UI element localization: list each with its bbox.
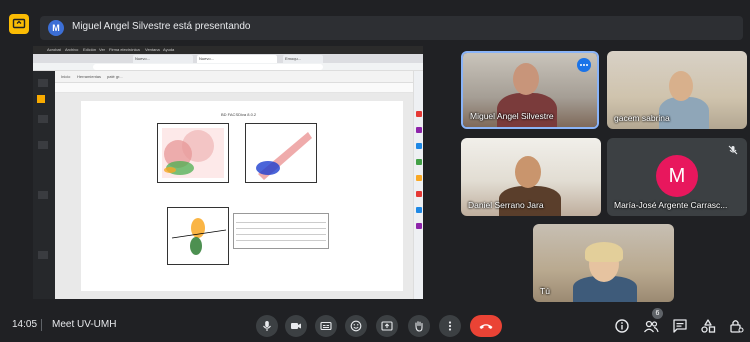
os-menu-item: Archivo — [65, 47, 79, 52]
participant-name: Miguel Angel Silvestre — [470, 111, 554, 121]
present-screen-icon — [12, 18, 26, 29]
tool-icon — [416, 223, 422, 229]
app-icon — [37, 95, 45, 103]
presenting-pill[interactable]: M Miguel Angel Silvestre está presentand… — [40, 16, 743, 40]
meeting-details-icon[interactable] — [614, 318, 630, 334]
shared-screen: Acrobat Archivo Edición Ver Firma electr… — [33, 46, 423, 299]
presenting-bar: M Miguel Angel Silvestre está presentand… — [0, 0, 750, 48]
os-menu-bar: Acrobat Archivo Edición Ver Firma electr… — [33, 46, 423, 54]
address-bar — [93, 64, 323, 70]
emoji-icon — [350, 320, 362, 332]
viewer-tab: Inicio — [61, 74, 71, 79]
tool-icon — [416, 175, 422, 181]
participant-name: gacem sabrina — [614, 113, 670, 123]
more-vertical-icon — [448, 321, 452, 331]
browser-tab: Nuevo... — [133, 55, 193, 63]
presenter-avatar: M — [48, 20, 64, 36]
os-menu-item: Ayuda — [163, 47, 175, 52]
viewer-tab: paté gr... — [107, 74, 123, 79]
hang-up-icon — [479, 324, 493, 329]
tool-icon — [416, 191, 422, 197]
camera-icon — [291, 323, 301, 329]
app-icon — [38, 251, 48, 259]
viewer-ribbon: Inicio Herramientas paté gr... — [55, 71, 413, 83]
divider — [41, 319, 42, 331]
more-options-button[interactable] — [577, 58, 591, 72]
stats-table — [233, 213, 329, 249]
more-options-button[interactable] — [439, 315, 461, 337]
mic-off-icon — [728, 145, 738, 155]
hand-icon — [415, 321, 423, 332]
tool-icon — [416, 207, 422, 213]
bottom-control-bar: 14:05 Meet UV-UMH — [0, 304, 750, 342]
app-side-strip — [33, 71, 55, 299]
browser-toolbar — [33, 63, 423, 71]
browser-tab-active: Nuevo... — [197, 55, 277, 63]
captions-icon — [320, 321, 332, 331]
participant-tile-daniel[interactable]: Daniel Serrano Jara — [461, 138, 601, 216]
meeting-name: Meet UV-UMH — [52, 319, 117, 330]
microphone-icon — [263, 321, 271, 331]
browser-tab-strip: Nuevo... Nuevo... Emoqu... — [33, 54, 423, 63]
captions-button[interactable] — [315, 315, 337, 337]
pdf-viewer: Inicio Herramientas paté gr... BD FACSDi… — [55, 71, 413, 299]
current-time: 14:05 — [12, 319, 38, 330]
participant-tile-gacem[interactable]: gacem sabrina — [607, 51, 747, 129]
participant-figure — [515, 156, 541, 188]
os-menu-item: Firma electrónica — [109, 47, 140, 52]
participant-tile-miguel[interactable]: Miguel Angel Silvestre — [461, 51, 599, 129]
presenting-label: Miguel Angel Silvestre está presentando — [72, 21, 251, 32]
camera-button[interactable] — [285, 315, 307, 337]
present-now-button[interactable] — [376, 315, 398, 337]
participant-name: María-José Argente Carrasc... — [614, 200, 728, 210]
pdf-page: BD FACSDiva 8.0.2 — [81, 101, 403, 291]
microphone-button[interactable] — [256, 315, 278, 337]
viewer-right-toolbar — [413, 71, 423, 299]
participant-avatar: M — [656, 155, 698, 197]
participant-name: Tú — [540, 286, 550, 296]
pdf-page-title: BD FACSDiva 8.0.2 — [221, 112, 257, 117]
participant-figure — [585, 242, 623, 262]
app-icon — [38, 191, 48, 199]
browser-tab: Emoqu... — [283, 55, 323, 63]
chat-icon[interactable] — [672, 318, 688, 334]
participant-count-badge: 6 — [652, 308, 663, 319]
tool-icon — [416, 127, 422, 133]
scatter-plot-panel — [167, 207, 229, 265]
page-area: BD FACSDiva 8.0.2 — [55, 93, 413, 299]
participant-name: Daniel Serrano Jara — [468, 200, 544, 210]
leave-call-button[interactable] — [470, 315, 502, 337]
raise-hand-button[interactable] — [408, 315, 430, 337]
viewer-icon-toolbar — [55, 83, 413, 93]
activities-icon[interactable] — [700, 318, 716, 334]
present-icon — [381, 321, 393, 331]
app-icon — [38, 141, 48, 149]
participant-tile-maria-jose[interactable]: M María-José Argente Carrasc... — [607, 138, 747, 216]
participant-figure — [513, 63, 539, 95]
app-icon — [38, 115, 48, 123]
os-menu-item: Acrobat — [47, 47, 61, 52]
tool-icon — [416, 111, 422, 117]
os-menu-item: Ver — [99, 47, 106, 52]
emoji-reactions-button[interactable] — [345, 315, 367, 337]
os-menu-item: Ventana — [145, 47, 160, 52]
presentation-toggle-button[interactable] — [9, 14, 29, 34]
participant-tile-self[interactable]: Tú — [533, 224, 674, 302]
participant-figure — [669, 71, 693, 101]
people-icon[interactable] — [643, 318, 659, 334]
viewer-tab: Herramientas — [77, 74, 102, 79]
tool-icon — [416, 143, 422, 149]
scatter-plot-panel — [157, 123, 229, 183]
host-controls-icon[interactable] — [728, 318, 744, 334]
tool-icon — [416, 159, 422, 165]
os-menu-item: Edición — [83, 47, 97, 52]
browser-window: Nuevo... Nuevo... Emoqu... Inicio Herram… — [33, 54, 423, 299]
app-icon — [38, 79, 48, 87]
scatter-plot-panel — [245, 123, 317, 183]
